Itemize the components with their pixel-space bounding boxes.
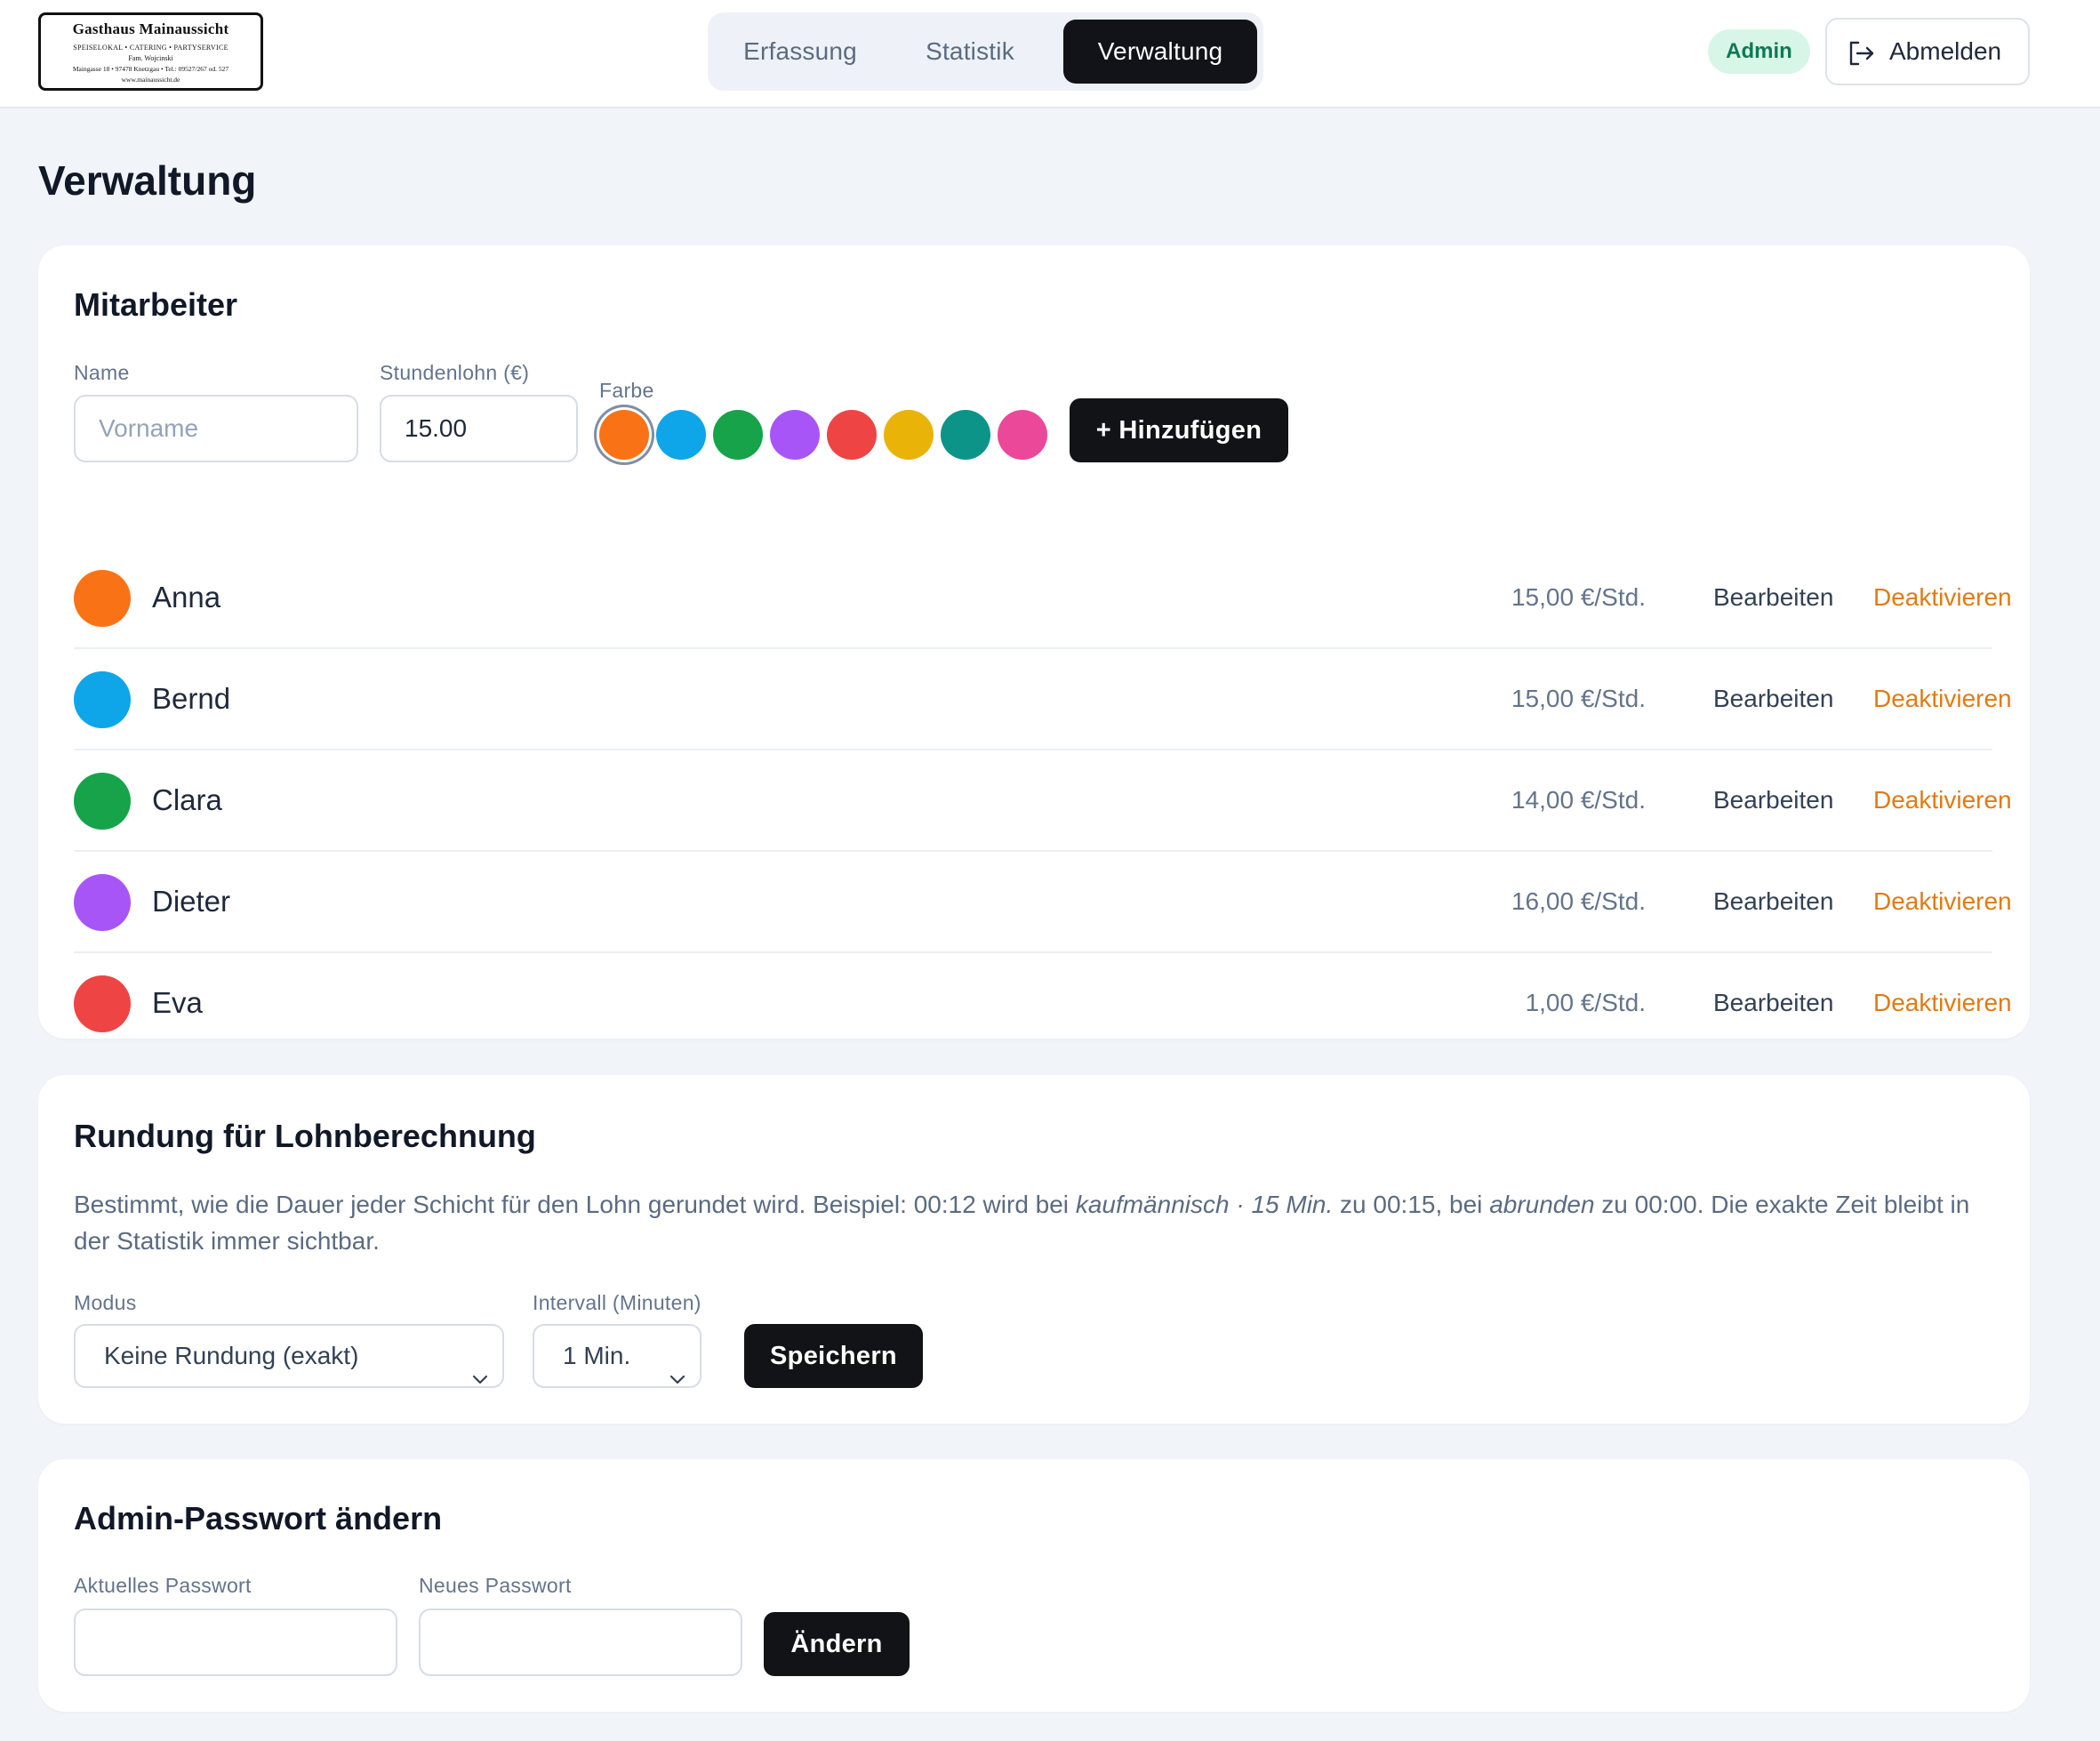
- employee-name: Dieter: [152, 885, 231, 918]
- employee-color-dot: [74, 570, 131, 627]
- employee-color-dot: [74, 874, 131, 931]
- employee-rate: 15,00 €/Std.: [1511, 685, 1646, 712]
- logo-website: www.mainaussicht.de: [121, 76, 180, 84]
- wage-input[interactable]: [380, 395, 578, 462]
- edit-employee-link[interactable]: Bearbeiten: [1713, 750, 1833, 850]
- top-bar: Gasthaus Mainaussicht SPEISELOKAL • CATE…: [0, 0, 2100, 108]
- employee-color-dot: [74, 671, 131, 728]
- color-swatch[interactable]: [713, 410, 763, 460]
- employee-row: Dieter 16,00 €/Std. Bearbeiten Deaktivie…: [74, 852, 2012, 953]
- add-employee-button[interactable]: + Hinzufügen: [1070, 398, 1288, 462]
- change-password-button[interactable]: Ändern: [764, 1612, 910, 1676]
- color-swatch[interactable]: [599, 410, 649, 460]
- employee-row: Anna 15,00 €/Std. Bearbeiten Deaktiviere…: [74, 548, 2012, 649]
- current-password-label: Aktuelles Passwort: [74, 1574, 252, 1597]
- deactivate-employee-link[interactable]: Deaktivieren: [1873, 852, 2012, 951]
- mode-label: Modus: [74, 1291, 137, 1314]
- employee-row: Eva 1,00 €/Std. Bearbeiten Deaktivieren: [74, 953, 2012, 1055]
- logout-label: Abmelden: [1889, 37, 2002, 65]
- logo-tagline: SPEISELOKAL • CATERING • PARTYSERVICE: [73, 44, 228, 52]
- edit-employee-link[interactable]: Bearbeiten: [1713, 548, 1833, 647]
- password-card: Admin-Passwort ändern Aktuelles Passwort…: [38, 1459, 2030, 1712]
- employee-row: Bernd 15,00 €/Std. Bearbeiten Deaktivier…: [74, 649, 2012, 750]
- deactivate-employee-link[interactable]: Deaktivieren: [1873, 649, 2012, 749]
- rounding-card: Rundung für Lohnberechnung Bestimmt, wie…: [38, 1075, 2030, 1424]
- employee-rate: 16,00 €/Std.: [1511, 887, 1646, 915]
- color-label: Farbe: [599, 379, 654, 402]
- chevron-down-icon: [668, 1348, 687, 1384]
- new-password-label: Neues Passwort: [419, 1574, 572, 1597]
- deactivate-employee-link[interactable]: Deaktivieren: [1873, 548, 2012, 647]
- color-swatch[interactable]: [941, 410, 990, 460]
- desc-emphasis: abrunden: [1489, 1191, 1595, 1218]
- restaurant-logo: Gasthaus Mainaussicht SPEISELOKAL • CATE…: [38, 12, 263, 91]
- logout-icon: [1848, 41, 1875, 66]
- desc-emphasis: kaufmännisch · 15 Min.: [1075, 1191, 1334, 1218]
- desc-text: zu 00:15, bei: [1333, 1191, 1490, 1218]
- rounding-title: Rundung für Lohnberechnung: [74, 1118, 536, 1154]
- interval-select-value: 1 Min.: [563, 1342, 631, 1369]
- employee-color-dot: [74, 975, 131, 1032]
- logo-owner: Fam. Wojcinski: [128, 54, 173, 62]
- deactivate-employee-link[interactable]: Deaktivieren: [1873, 953, 2012, 1053]
- interval-label: Intervall (Minuten): [533, 1291, 701, 1314]
- color-swatch[interactable]: [770, 410, 820, 460]
- rounding-description: Bestimmt, wie die Dauer jeder Schicht fü…: [74, 1186, 1985, 1259]
- current-password-input[interactable]: [74, 1609, 397, 1676]
- logo-address: Maingasse 18 • 97478 Knetzgau • Tel.: 09…: [72, 65, 229, 73]
- new-password-input[interactable]: [419, 1609, 742, 1676]
- color-swatch[interactable]: [998, 410, 1047, 460]
- wage-label: Stundenlohn (€): [380, 361, 530, 384]
- tab-erfassung[interactable]: Erfassung: [717, 20, 884, 84]
- chevron-down-icon: [470, 1348, 490, 1384]
- edit-employee-link[interactable]: Bearbeiten: [1713, 953, 1833, 1053]
- tab-statistik[interactable]: Statistik: [886, 20, 1054, 84]
- interval-select[interactable]: 1 Min.: [533, 1324, 701, 1388]
- name-input[interactable]: [74, 395, 358, 462]
- employee-rate: 14,00 €/Std.: [1511, 786, 1646, 814]
- mode-select-value: Keine Rundung (exakt): [104, 1342, 359, 1369]
- page-title: Verwaltung: [38, 157, 257, 204]
- edit-employee-link[interactable]: Bearbeiten: [1713, 649, 1833, 749]
- color-swatch[interactable]: [884, 410, 934, 460]
- save-rounding-button[interactable]: Speichern: [744, 1324, 923, 1388]
- employee-rate: 1,00 €/Std.: [1525, 989, 1646, 1016]
- password-title: Admin-Passwort ändern: [74, 1500, 443, 1536]
- employees-card: Mitarbeiter Name Stundenlohn (€) Farbe +…: [38, 245, 2030, 1039]
- employee-name: Eva: [152, 986, 203, 1019]
- employee-color-dot: [74, 773, 131, 830]
- role-badge: Admin: [1708, 29, 1810, 74]
- desc-text: Bestimmt, wie die Dauer jeder Schicht fü…: [74, 1191, 1076, 1218]
- employees-title: Mitarbeiter: [74, 286, 238, 323]
- main-nav-tabs: Erfassung Statistik Verwaltung: [708, 12, 1263, 91]
- employee-rate: 15,00 €/Std.: [1511, 583, 1646, 611]
- employee-name: Bernd: [152, 682, 231, 715]
- logo-title: Gasthaus Mainaussicht: [72, 20, 229, 37]
- logout-button[interactable]: Abmelden: [1825, 18, 2030, 85]
- employee-row: Clara 14,00 €/Std. Bearbeiten Deaktivier…: [74, 750, 2012, 852]
- mode-select[interactable]: Keine Rundung (exakt): [74, 1324, 504, 1388]
- deactivate-employee-link[interactable]: Deaktivieren: [1873, 750, 2012, 850]
- name-label: Name: [74, 361, 130, 384]
- employee-name: Clara: [152, 783, 222, 816]
- color-swatch[interactable]: [827, 410, 877, 460]
- edit-employee-link[interactable]: Bearbeiten: [1713, 852, 1833, 951]
- employee-name: Anna: [152, 581, 221, 614]
- color-swatch[interactable]: [656, 410, 706, 460]
- tab-verwaltung[interactable]: Verwaltung: [1063, 20, 1257, 84]
